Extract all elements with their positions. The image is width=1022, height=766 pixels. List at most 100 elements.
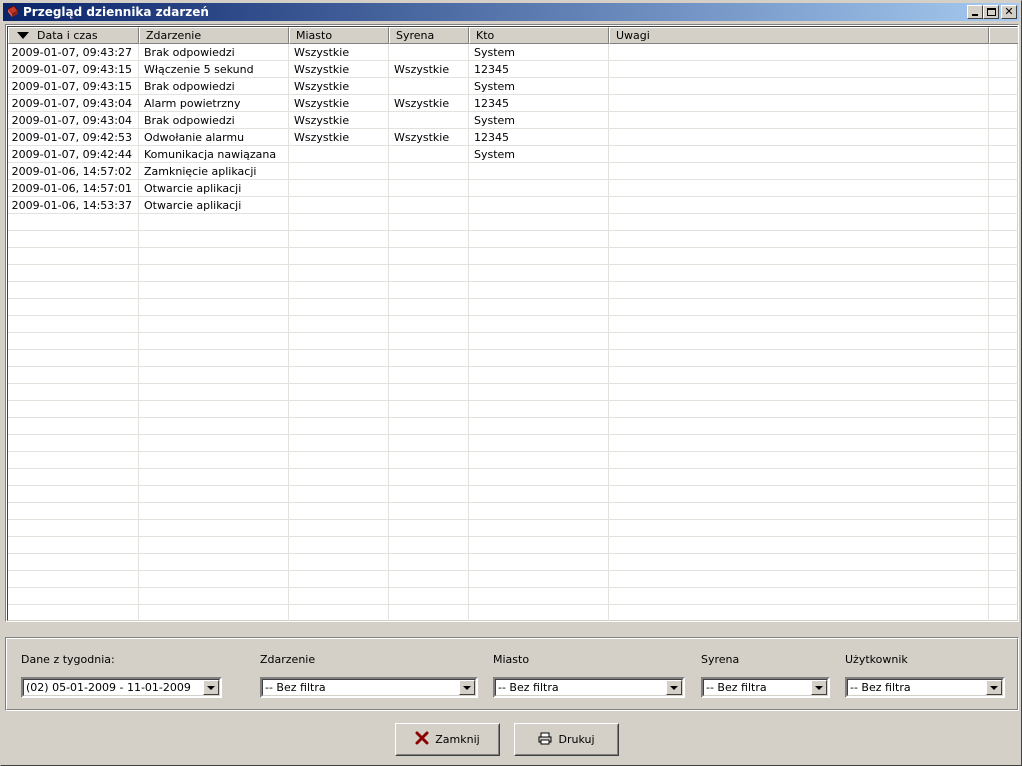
city-select[interactable]: -- Bez filtra [493, 677, 685, 698]
cell-event: Otwarcie aplikacji [139, 197, 289, 214]
cell-event [139, 469, 289, 486]
maximize-icon [986, 8, 996, 16]
cell-who [469, 452, 609, 469]
table-row[interactable]: 2009-01-07, 09:42:53 Odwołanie alarmu Wszy… [8, 129, 1018, 146]
chevron-down-icon [670, 685, 678, 690]
cell-datetime [8, 333, 139, 350]
cell-notes [609, 537, 989, 554]
user-select[interactable]: -- Bez filtra [845, 677, 1005, 698]
city-dropdown-button[interactable] [666, 680, 682, 695]
cell-who [469, 486, 609, 503]
table-row[interactable]: 2009-01-07, 09:43:15 Brak odpowiedzi Wszys… [8, 78, 1018, 95]
empty-row [8, 231, 1018, 248]
cell-who [469, 384, 609, 401]
cell-event [139, 503, 289, 520]
cell-who [469, 333, 609, 350]
cell-filler [989, 333, 1018, 350]
cell-filler [989, 44, 1018, 61]
table-row[interactable]: 2009-01-07, 09:43:04 Alarm powietrzny Wszy… [8, 95, 1018, 112]
table-row[interactable]: 2009-01-06, 14:57:02 Zamknięcie aplikacji [8, 163, 1018, 180]
title-bar[interactable]: Przegląd dziennika zdarzeń ✕ [3, 3, 1019, 21]
cell-notes [609, 367, 989, 384]
cell-event [139, 554, 289, 571]
grid-header: Data i czas Zdarzenie Miasto Syrena Kto Uwagi [8, 27, 1018, 44]
cell-who [469, 520, 609, 537]
cell-notes [609, 350, 989, 367]
siren-dropdown-button[interactable] [811, 680, 827, 695]
cell-city [289, 248, 389, 265]
cell-notes [609, 605, 989, 621]
cell-filler [989, 486, 1018, 503]
cell-filler [989, 248, 1018, 265]
empty-row [8, 571, 1018, 588]
cell-event [139, 418, 289, 435]
column-header-siren[interactable]: Syrena [389, 27, 469, 44]
cell-datetime: 2009-01-07, 09:43:15 [8, 61, 139, 78]
cell-datetime [8, 248, 139, 265]
cell-city [289, 571, 389, 588]
event-grid[interactable]: Data i czas Zdarzenie Miasto Syrena Kto Uwagi… [5, 24, 1019, 622]
cell-city [289, 605, 389, 621]
week-select-value: (02) 05-01-2009 - 11-01-2009 [26, 681, 191, 694]
table-row[interactable]: 2009-01-07, 09:43:27 Brak odpowiedzi Wszys… [8, 44, 1018, 61]
cell-event [139, 605, 289, 621]
column-header-datetime[interactable]: Data i czas [8, 27, 139, 44]
maximize-button[interactable] [983, 5, 999, 19]
cell-event [139, 588, 289, 605]
cell-event [139, 486, 289, 503]
window-title: Przegląd dziennika zdarzeń [23, 5, 209, 19]
column-header-notes[interactable]: Uwagi [609, 27, 989, 44]
close-window-button[interactable]: ✕ [1001, 5, 1017, 19]
column-header-label: Zdarzenie [146, 29, 202, 42]
cell-city [289, 265, 389, 282]
cell-siren [389, 78, 469, 95]
cell-who: System [469, 78, 609, 95]
event-dropdown-button[interactable] [459, 680, 475, 695]
cell-city [289, 367, 389, 384]
cell-notes [609, 469, 989, 486]
close-icon: ✕ [1004, 5, 1014, 18]
chevron-down-icon [815, 685, 823, 690]
column-header-who[interactable]: Kto [469, 27, 609, 44]
cell-event [139, 316, 289, 333]
week-dropdown-button[interactable] [203, 680, 219, 695]
cell-notes [609, 129, 989, 146]
close-button[interactable]: Zamknij [395, 723, 500, 756]
cell-filler [989, 129, 1018, 146]
cell-filler [989, 452, 1018, 469]
table-row[interactable]: 2009-01-07, 09:43:15 Włączenie 5 sekund Ws… [8, 61, 1018, 78]
cell-datetime [8, 282, 139, 299]
grid-body: 2009-01-07, 09:43:27 Brak odpowiedzi Wszys… [8, 44, 1018, 621]
chevron-down-icon [207, 685, 215, 690]
cell-siren [389, 605, 469, 621]
cell-event [139, 367, 289, 384]
cell-filler [989, 588, 1018, 605]
minimize-button[interactable] [967, 5, 983, 19]
print-button[interactable]: Drukuj [514, 723, 619, 756]
column-header-city[interactable]: Miasto [289, 27, 389, 44]
event-select[interactable]: -- Bez filtra [260, 677, 478, 698]
cell-filler [989, 299, 1018, 316]
cell-event: Komunikacja nawiązana [139, 146, 289, 163]
cell-event [139, 214, 289, 231]
table-row[interactable]: 2009-01-06, 14:57:01 Otwarcie aplikacji [8, 180, 1018, 197]
table-row[interactable]: 2009-01-06, 14:53:37 Otwarcie aplikacji [8, 197, 1018, 214]
cell-event [139, 537, 289, 554]
cell-who [469, 316, 609, 333]
cell-city [289, 435, 389, 452]
table-row[interactable]: 2009-01-07, 09:43:04 Brak odpowiedzi Wszys… [8, 112, 1018, 129]
cell-datetime [8, 435, 139, 452]
cell-filler [989, 384, 1018, 401]
cell-datetime: 2009-01-06, 14:53:37 [8, 197, 139, 214]
empty-row [8, 486, 1018, 503]
cell-siren [389, 486, 469, 503]
week-select[interactable]: (02) 05-01-2009 - 11-01-2009 [21, 677, 222, 698]
siren-select[interactable]: -- Bez filtra [701, 677, 830, 698]
user-dropdown-button[interactable] [986, 680, 1002, 695]
cell-datetime [8, 503, 139, 520]
column-header-event[interactable]: Zdarzenie [139, 27, 289, 44]
cell-city: Wszystkie [289, 44, 389, 61]
table-row[interactable]: 2009-01-07, 09:42:44 Komunikacja nawiązan… [8, 146, 1018, 163]
cell-datetime: 2009-01-07, 09:43:27 [8, 44, 139, 61]
empty-row [8, 605, 1018, 621]
